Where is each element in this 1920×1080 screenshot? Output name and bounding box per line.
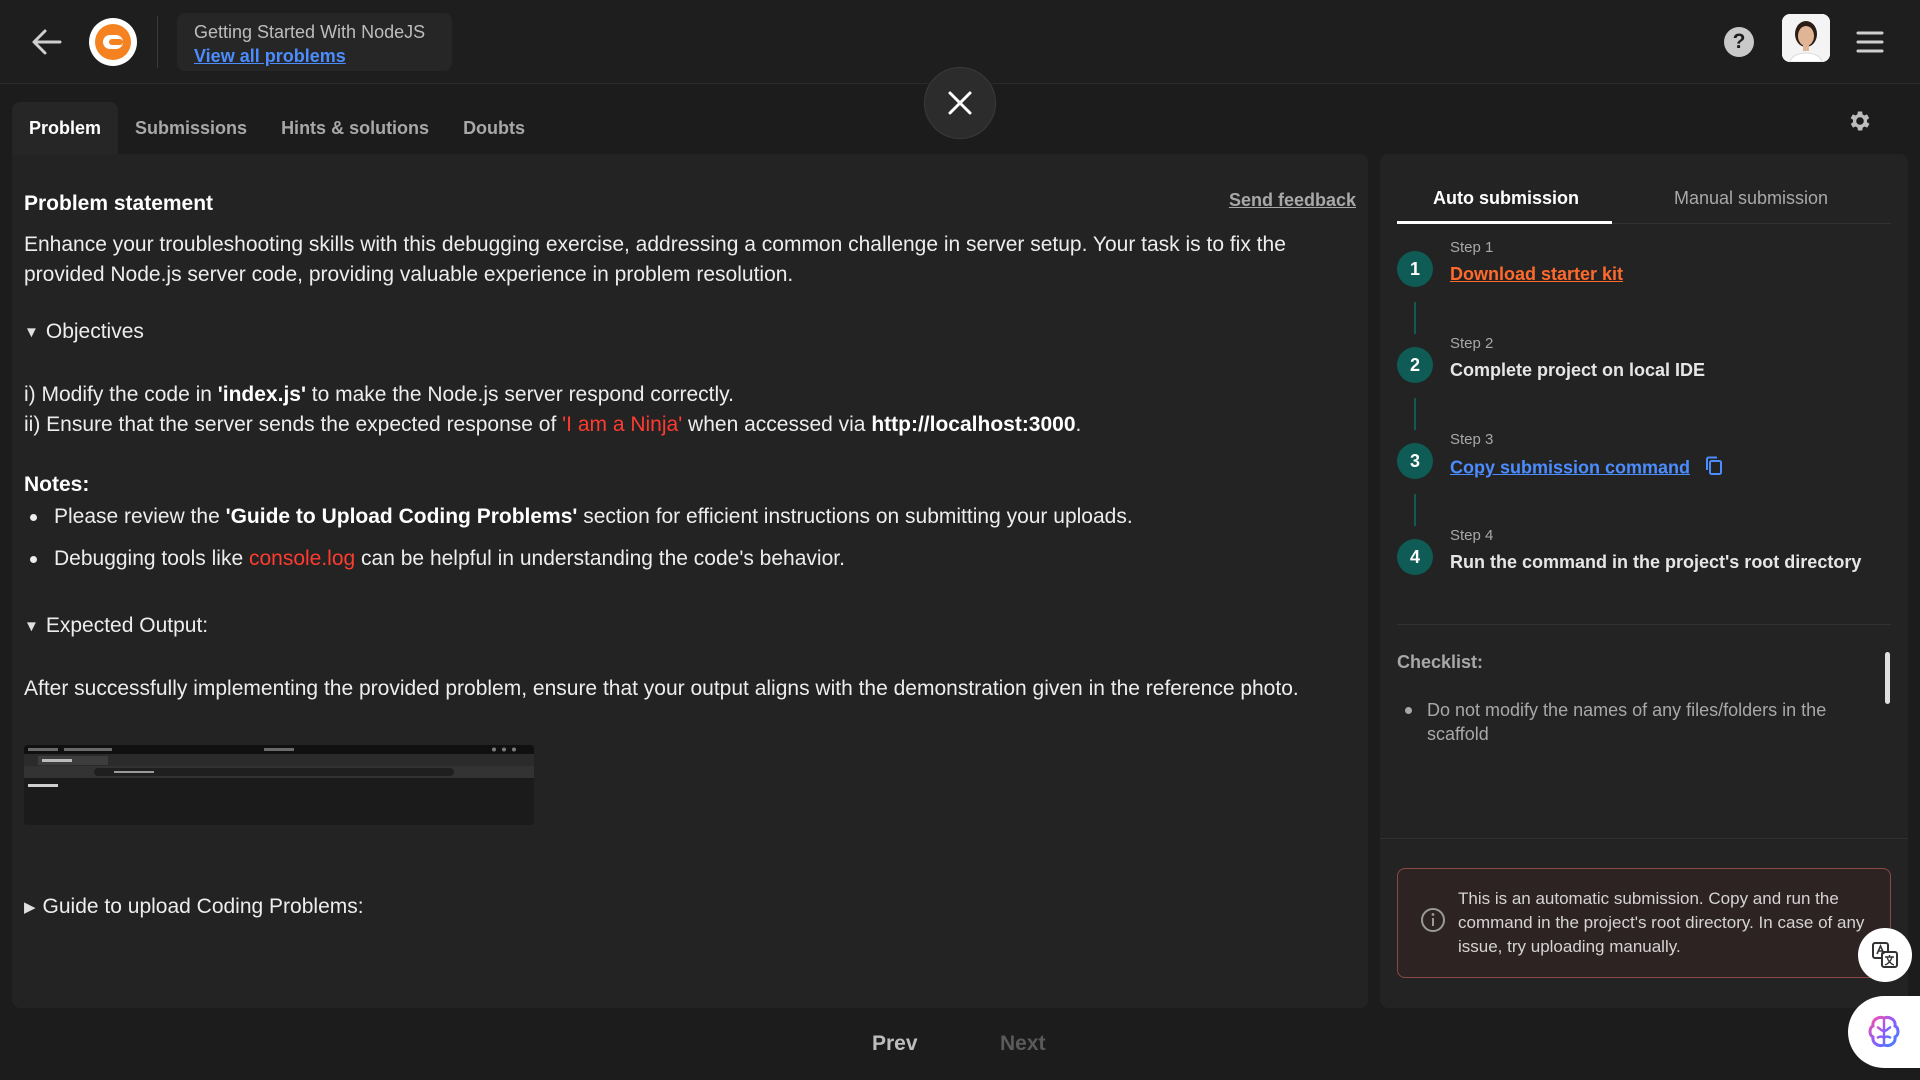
step-connector — [1414, 494, 1416, 526]
expected-output-text: After successfully implementing the prov… — [24, 677, 1299, 700]
guide-label: Guide to upload Coding Problems: — [42, 895, 364, 918]
problem-tabs: Problem Submissions Hints & solutions Do… — [12, 102, 542, 154]
objective-1-prefix: i) Modify the code in — [24, 383, 218, 406]
step-label: Step 2 — [1450, 335, 1494, 352]
objective-1-suffix: to make the Node.js server respond corre… — [305, 383, 734, 406]
logo-icon[interactable] — [89, 18, 137, 66]
prev-button[interactable]: Prev — [872, 1032, 918, 1056]
caret-down-icon: ▼ — [24, 323, 39, 341]
objective-2-mid: when accessed via — [682, 413, 872, 436]
ai-assistant-button[interactable] — [1848, 996, 1920, 1068]
next-button[interactable]: Next — [1000, 1032, 1046, 1056]
copy-command-row: Copy submission command — [1450, 456, 1723, 481]
active-tab-indicator — [1397, 221, 1612, 224]
note-1-prefix: Please review the — [54, 505, 226, 528]
close-button[interactable] — [924, 67, 996, 139]
objective-2-end: . — [1075, 413, 1082, 436]
copy-submission-command-link[interactable]: Copy submission command — [1450, 457, 1690, 477]
step-text: Complete project on local IDE — [1450, 360, 1706, 380]
divider — [1380, 838, 1908, 839]
course-title: Getting Started With NodeJS — [194, 22, 426, 42]
expected-output-label: Expected Output: — [45, 614, 209, 637]
checklist-item: Do not modify the names of any files/fol… — [1397, 698, 1857, 746]
caret-down-icon: ▼ — [24, 617, 39, 635]
tab-problem[interactable]: Problem — [12, 102, 119, 154]
info-icon — [1420, 907, 1446, 933]
step-number: 2 — [1397, 347, 1433, 383]
note-1-suffix: section for efficient instructions on su… — [577, 505, 1133, 528]
reference-photo[interactable] — [24, 745, 534, 825]
step-connector — [1414, 398, 1416, 430]
objectives-toggle[interactable]: ▼ Objectives — [24, 320, 144, 344]
send-feedback-link[interactable]: Send feedback — [1229, 190, 1356, 211]
objective-2: ii) Ensure that the server sends the exp… — [24, 410, 1359, 440]
step-label: Step 1 — [1450, 239, 1494, 256]
note-2-code: console.log — [248, 547, 356, 570]
step-number: 1 — [1397, 251, 1433, 287]
problem-intro: Enhance your troubleshooting skills with… — [24, 233, 1286, 286]
download-starter-kit-link[interactable]: Download starter kit — [1450, 264, 1623, 285]
translate-button[interactable] — [1858, 928, 1912, 982]
header-divider — [157, 16, 158, 68]
list-item: Debugging tools like console.log can be … — [24, 544, 1359, 574]
list-item: Please review the 'Guide to Upload Codin… — [24, 502, 1359, 532]
objective-1: i) Modify the code in 'index.js' to make… — [24, 380, 1359, 410]
tab-manual-submission[interactable]: Manual submission — [1674, 188, 1828, 209]
objective-1-file: 'index.js' — [217, 383, 306, 406]
translate-icon — [1872, 942, 1898, 968]
submission-tabs: Auto submission Manual submission — [1397, 154, 1891, 224]
course-box: Getting Started With NodeJS View all pro… — [177, 13, 452, 71]
tab-doubts[interactable]: Doubts — [446, 102, 542, 154]
submission-panel: Auto submission Manual submission 1 Step… — [1380, 154, 1908, 1008]
problem-panel: Problem statement Send feedback Enhance … — [12, 154, 1368, 1008]
step-number: 3 — [1397, 443, 1433, 479]
hamburger-menu-icon[interactable] — [1855, 27, 1885, 57]
note-1-bold: 'Guide to Upload Coding Problems' — [225, 505, 578, 528]
info-text: This is an automatic submission. Copy an… — [1458, 889, 1865, 956]
problem-statement-title: Problem statement — [24, 192, 214, 215]
gear-icon[interactable] — [1847, 108, 1873, 134]
avatar[interactable] — [1782, 14, 1830, 62]
help-icon[interactable]: ? — [1724, 27, 1754, 57]
objective-2-response: 'I am a Ninja' — [562, 413, 683, 436]
caret-right-icon: ▶ — [24, 899, 36, 916]
brain-icon — [1868, 1016, 1900, 1047]
view-all-problems-link[interactable]: View all problems — [194, 44, 435, 68]
step-text: Run the command in the project's root di… — [1450, 552, 1862, 572]
notes-label: Notes: — [24, 473, 90, 496]
objective-2-prefix: ii) Ensure that the server sends the exp… — [24, 413, 563, 436]
divider — [1397, 624, 1891, 625]
note-2-suffix: can be helpful in understanding the code… — [355, 547, 845, 570]
bottom-navigation: Prev Next — [0, 1008, 1920, 1080]
tab-auto-submission[interactable]: Auto submission — [1433, 188, 1579, 209]
expected-output-toggle[interactable]: ▼ Expected Output: — [24, 614, 208, 638]
step-label: Step 3 — [1450, 431, 1494, 448]
checklist-title: Checklist: — [1397, 652, 1484, 672]
note-2-prefix: Debugging tools like — [54, 547, 249, 570]
step-connector — [1414, 302, 1416, 334]
info-alert: This is an automatic submission. Copy an… — [1397, 868, 1891, 978]
tab-submissions[interactable]: Submissions — [118, 102, 264, 154]
tab-hints-solutions[interactable]: Hints & solutions — [264, 102, 446, 154]
notes-list: Please review the 'Guide to Upload Codin… — [24, 502, 1359, 586]
guide-toggle[interactable]: ▶ Guide to upload Coding Problems: — [24, 895, 364, 919]
back-arrow-icon[interactable] — [30, 26, 64, 58]
close-icon — [948, 91, 972, 115]
copy-icon[interactable] — [1705, 456, 1723, 481]
step-number: 4 — [1397, 539, 1433, 575]
objective-2-url: http://localhost:3000 — [871, 413, 1076, 436]
objectives-label: Objectives — [45, 320, 144, 343]
scrollbar[interactable] — [1885, 652, 1890, 704]
step-label: Step 4 — [1450, 527, 1494, 544]
